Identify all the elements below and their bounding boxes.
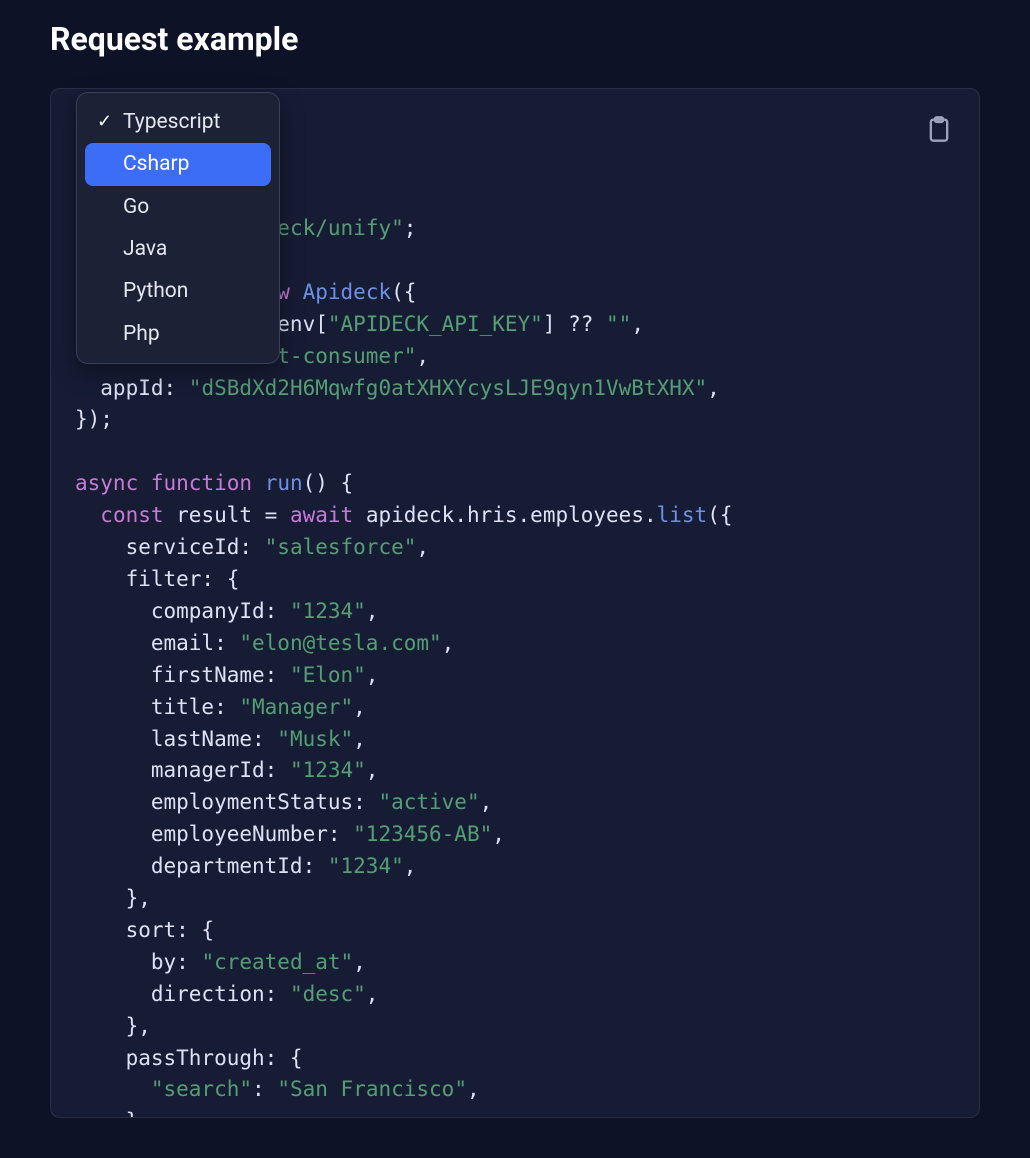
- code-token: },: [75, 886, 151, 910]
- code-token: "1234": [328, 854, 404, 878]
- code-token: ({: [707, 503, 732, 527]
- code-token: "Musk": [277, 727, 353, 751]
- code-token: "desc": [290, 982, 366, 1006]
- language-option-go[interactable]: Go: [85, 186, 271, 228]
- code-token: "Manager": [239, 695, 353, 719]
- code-token: "1234": [290, 758, 366, 782]
- code-token: ,: [480, 790, 493, 814]
- code-token: by:: [75, 950, 201, 974]
- code-token: "San Francisco": [277, 1077, 467, 1101]
- code-token: ,: [631, 312, 644, 336]
- clipboard-icon: [925, 115, 953, 143]
- language-option-label: Php: [123, 320, 160, 348]
- language-option-csharp[interactable]: Csharp: [85, 143, 271, 185]
- language-option-label: Python: [123, 277, 188, 305]
- code-token: ,: [353, 950, 366, 974]
- checkmark-icon: ✓: [97, 110, 117, 134]
- language-option-label: Csharp: [123, 150, 189, 178]
- language-option-php[interactable]: Php: [85, 313, 271, 355]
- code-token: sort: {: [75, 918, 214, 942]
- code-token: Apideck: [303, 280, 392, 304]
- code-token: firstName:: [75, 663, 290, 687]
- code-token: lastName:: [75, 727, 277, 751]
- code-token: email:: [75, 631, 239, 655]
- language-option-label: Typescript: [123, 108, 220, 136]
- code-token: [75, 503, 100, 527]
- code-token: function: [151, 471, 252, 495]
- section-heading: Request example: [50, 20, 980, 58]
- code-token: ,: [366, 599, 379, 623]
- language-option-label: Java: [123, 235, 167, 263]
- language-option-python[interactable]: Python: [85, 270, 271, 312]
- code-token: ,: [442, 631, 455, 655]
- code-token: employmentStatus:: [75, 790, 378, 814]
- code-token: await: [290, 503, 353, 527]
- code-token: direction:: [75, 982, 290, 1006]
- code-token: ,: [366, 758, 379, 782]
- code-token: title:: [75, 695, 239, 719]
- language-dropdown[interactable]: ✓Typescript Csharp Go Java Python Php: [76, 92, 280, 364]
- code-token: run: [265, 471, 303, 495]
- code-token: employeeNumber:: [75, 822, 353, 846]
- code-token: [138, 471, 151, 495]
- code-token: companyId:: [75, 599, 290, 623]
- code-token: () {: [303, 471, 354, 495]
- code-token: list: [657, 503, 708, 527]
- code-token: ,: [353, 727, 366, 751]
- code-token: "123456-AB": [353, 822, 492, 846]
- code-token: serviceId:: [75, 535, 265, 559]
- language-option-typescript[interactable]: ✓Typescript: [85, 101, 271, 143]
- code-token: ,: [404, 854, 417, 878]
- code-token: const: [100, 503, 163, 527]
- code-token: ,: [467, 1077, 480, 1101]
- language-option-label: Go: [123, 193, 149, 221]
- code-token: appId:: [75, 376, 189, 400]
- code-token: "APIDECK_API_KEY": [328, 312, 543, 336]
- code-token: apideck.hris.employees.: [353, 503, 656, 527]
- code-token: [252, 471, 265, 495]
- code-token: "": [606, 312, 631, 336]
- code-token: ,: [366, 663, 379, 687]
- code-token: ,: [492, 822, 505, 846]
- code-token: passThrough: {: [75, 1046, 303, 1070]
- code-token: "active": [378, 790, 479, 814]
- copy-button[interactable]: [921, 111, 957, 147]
- code-token: ,: [707, 376, 720, 400]
- code-token: ({: [391, 280, 416, 304]
- code-token: ,: [353, 695, 366, 719]
- code-token: "1234": [290, 599, 366, 623]
- code-token: ] ??: [543, 312, 606, 336]
- code-token: managerId:: [75, 758, 290, 782]
- code-token: departmentId:: [75, 854, 328, 878]
- code-token: },: [75, 1014, 151, 1038]
- code-token: "created_at": [201, 950, 353, 974]
- code-token: },: [75, 1109, 151, 1118]
- code-token: :: [252, 1077, 277, 1101]
- code-token: async: [75, 471, 138, 495]
- code-token: ;: [404, 216, 417, 240]
- code-token: result =: [164, 503, 290, 527]
- code-token: "salesforce": [265, 535, 417, 559]
- code-token: ,: [416, 535, 429, 559]
- code-token: filter: {: [75, 567, 239, 591]
- code-token: });: [75, 407, 113, 431]
- code-token: [290, 280, 303, 304]
- language-option-java[interactable]: Java: [85, 228, 271, 270]
- code-token: ,: [366, 982, 379, 1006]
- code-token: [75, 1077, 151, 1101]
- code-token: "elon@tesla.com": [239, 631, 441, 655]
- code-token: "search": [151, 1077, 252, 1101]
- code-token: "dSBdXd2H6Mqwfg0atXHXYcysLJE9qyn1VwBtXHX…: [189, 376, 707, 400]
- code-token: ,: [416, 344, 429, 368]
- code-token: "Elon": [290, 663, 366, 687]
